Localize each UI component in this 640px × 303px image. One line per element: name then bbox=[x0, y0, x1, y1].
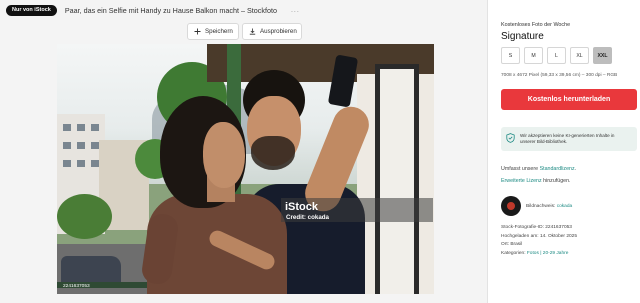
contributor-link[interactable]: cokada bbox=[557, 204, 572, 209]
meta-place-value: Brasil bbox=[510, 242, 523, 247]
meta-place-label: Ort: bbox=[501, 242, 511, 247]
photo-metadata: Stock-Fotografie-ID: 2241637053 Hochgela… bbox=[501, 224, 577, 258]
shield-icon bbox=[506, 130, 515, 148]
license-prefix: Umfasst unsere bbox=[501, 166, 540, 172]
meta-category-row: Kategorien: Fotos | 20-29 Jahre bbox=[501, 250, 577, 259]
more-options-icon[interactable]: ... bbox=[291, 7, 300, 14]
extended-license-link[interactable]: Erweiterte Lizenz bbox=[501, 178, 542, 184]
image-dimensions: 7008 x 4672 Pixel (59,33 x 39,56 cm) – 3… bbox=[501, 73, 618, 78]
meta-date-label: Hochgeladen am: bbox=[501, 233, 540, 239]
meta-place-row: Ort: Brasil bbox=[501, 241, 577, 250]
meta-id-value: 2241637053 bbox=[545, 225, 572, 230]
free-photo-label: Kostenloses Foto der Woche bbox=[501, 22, 571, 28]
stock-photo[interactable]: iStock Credit: cokada 2241637053 bbox=[57, 44, 434, 294]
photo-door bbox=[375, 64, 419, 294]
save-button-label: Speichern bbox=[205, 28, 233, 35]
meta-id-label: Stock-Fotografie-ID: bbox=[501, 225, 546, 230]
license-info: Umfasst unsere Standardlizenz. bbox=[501, 166, 576, 172]
photo-id: 2241637053 bbox=[63, 284, 90, 289]
license-name: Signature bbox=[501, 31, 544, 42]
license-suffix: . bbox=[574, 166, 577, 172]
meta-category-link[interactable]: Fotos | 20-29 Jahre bbox=[527, 251, 569, 256]
man-beard bbox=[251, 136, 295, 170]
size-option-xxl[interactable]: XXL bbox=[593, 47, 612, 64]
meta-category-label: Kategorien: bbox=[501, 250, 527, 256]
download-icon bbox=[249, 28, 256, 35]
stock-photo-page: Nur von iStock Paar, das ein Selfie mit … bbox=[0, 0, 640, 303]
watermark-logo: iStock bbox=[285, 201, 319, 213]
size-option-xl[interactable]: XL bbox=[570, 47, 589, 64]
size-option-m[interactable]: M bbox=[524, 47, 543, 64]
ai-notice-text: Wir akzeptieren keine KI-generierten Inh… bbox=[520, 133, 614, 145]
size-selector: S M L XL XXL bbox=[501, 47, 612, 64]
meta-date-row: Hochgeladen am: 14. Oktober 2025 bbox=[501, 233, 577, 242]
size-option-s[interactable]: S bbox=[501, 47, 520, 64]
ai-notice-line-2: unserer Bild-Bibliothek. bbox=[520, 139, 568, 144]
watermark-credit: Credit: cokada bbox=[286, 214, 329, 221]
meta-date-value: 14. Oktober 2025 bbox=[539, 233, 578, 239]
meta-id-row: Stock-Fotografie-ID: 2241637053 bbox=[501, 224, 577, 233]
contributor-credit: Bildnachweis: cokada bbox=[526, 204, 572, 209]
try-button[interactable]: Ausprobieren bbox=[242, 23, 302, 40]
photo-plant bbox=[57, 194, 112, 239]
extended-license-suffix: hinzufügen. bbox=[541, 178, 571, 184]
contributor-label: Bildnachweis: bbox=[526, 203, 556, 209]
save-button[interactable]: Speichern bbox=[187, 23, 239, 40]
download-button[interactable]: Kostenlos herunterladen bbox=[501, 89, 637, 110]
page-title: Paar, das ein Selfie mit Handy zu Hause … bbox=[64, 5, 277, 15]
standard-license-link[interactable]: Standardlizenz bbox=[540, 166, 575, 172]
size-option-l[interactable]: L bbox=[547, 47, 566, 64]
plus-icon bbox=[194, 28, 201, 35]
try-button-label: Ausprobieren bbox=[260, 28, 297, 35]
woman-face bbox=[203, 122, 245, 188]
ai-notice: Wir akzeptieren keine KI-generierten Inh… bbox=[501, 127, 637, 151]
extended-license-info: Erweiterte Lizenz hinzufügen. bbox=[501, 178, 571, 184]
contributor: Bildnachweis: cokada bbox=[501, 196, 572, 216]
license-panel: Kostenloses Foto der Woche Signature S M… bbox=[487, 0, 640, 303]
exclusive-badge: Nur von iStock bbox=[6, 4, 57, 16]
avatar[interactable] bbox=[501, 196, 521, 216]
